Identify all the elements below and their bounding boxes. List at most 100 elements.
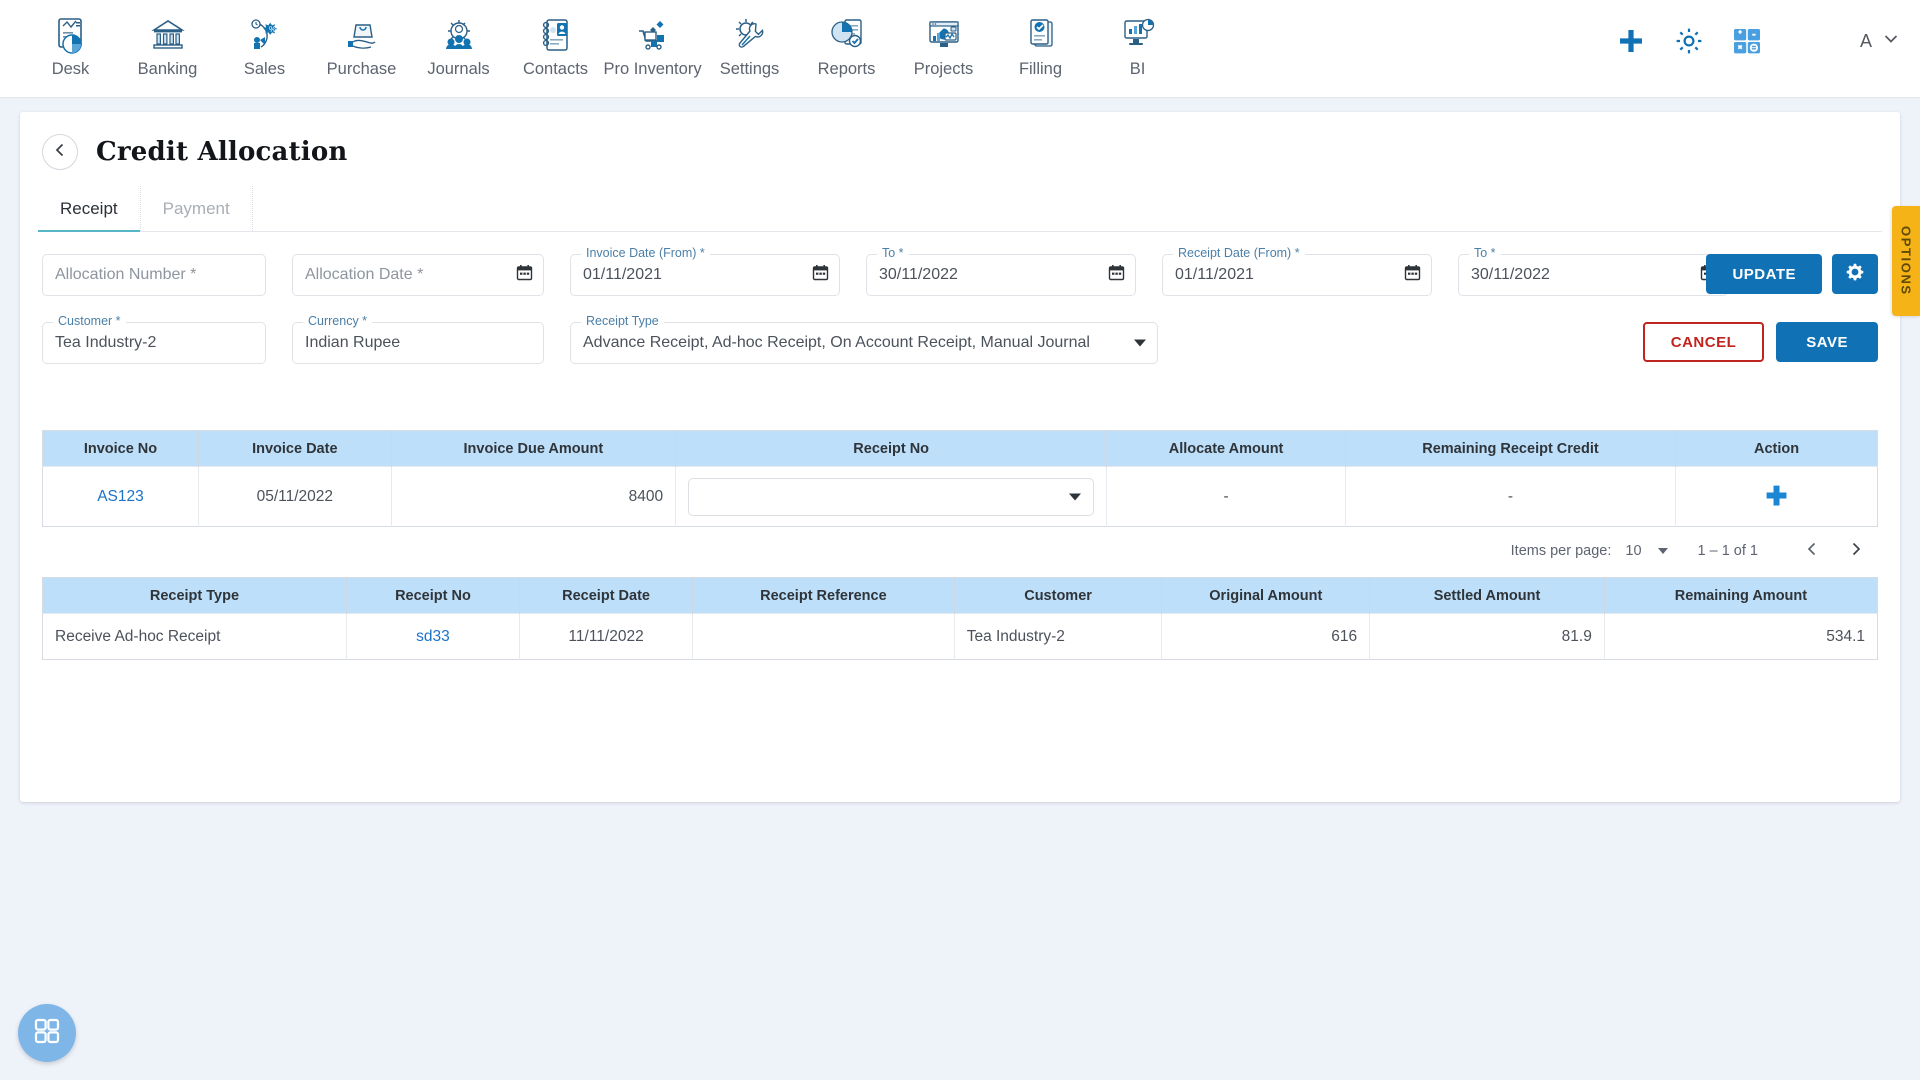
cell-receipt-date: 11/11/2022 <box>519 613 694 660</box>
primary-actions: UPDATE <box>1706 254 1878 294</box>
back-button[interactable] <box>42 134 78 170</box>
plus-icon[interactable]: ✚ <box>1766 481 1788 511</box>
nav-label: Settings <box>719 60 780 78</box>
allocation-date-field[interactable]: Allocation Date * <box>292 254 544 296</box>
chevron-down-icon[interactable] <box>1134 339 1146 347</box>
credit-allocation-card: Credit Allocation Receipt Payment Alloca… <box>20 112 1900 802</box>
currency-field[interactable]: Currency * Indian Rupee <box>292 314 544 364</box>
nav-item-settings[interactable]: Settings <box>701 8 798 79</box>
calculator-icon[interactable] <box>1732 26 1762 56</box>
chevron-left-icon <box>1804 541 1820 561</box>
allocation-date-input[interactable]: Allocation Date * <box>305 254 423 296</box>
calendar-icon[interactable] <box>1108 264 1125 286</box>
nav-item-banking[interactable]: Banking <box>119 8 216 79</box>
receipt-table-header-row: Receipt Type Receipt No Receipt Date Rec… <box>42 577 1878 614</box>
receipt-no-link[interactable]: sd33 <box>416 628 450 645</box>
nav-item-bi[interactable]: BI <box>1089 8 1186 79</box>
col-invoice-due-amount: Invoice Due Amount <box>391 430 677 467</box>
nav-label: Desk <box>51 60 90 78</box>
chevron-left-icon <box>51 141 69 164</box>
receipt-date-to-label: To * <box>1469 246 1501 260</box>
allocation-number-field[interactable]: Allocation Number * <box>42 254 266 296</box>
nav-item-purchase[interactable]: Purchase <box>313 8 410 79</box>
nav-item-filling[interactable]: Filling <box>992 8 1089 79</box>
column-settings-button[interactable] <box>1832 254 1878 294</box>
col-receipt-no: Receipt No <box>346 577 521 614</box>
receipt-date-from-input[interactable]: 01/11/2021 <box>1175 254 1254 296</box>
nav-item-pro-inventory[interactable]: Pro Inventory <box>603 8 702 79</box>
options-side-tab[interactable]: OPTIONS <box>1892 206 1920 316</box>
cell-action: ✚ <box>1675 466 1878 527</box>
user-menu[interactable]: A <box>1860 30 1900 53</box>
nav-item-desk[interactable]: Desk <box>22 8 119 79</box>
allocation-number-input[interactable]: Allocation Number * <box>55 254 196 296</box>
nav-label: Contacts <box>522 60 589 78</box>
customer-input[interactable]: Tea Industry-2 <box>55 322 156 364</box>
currency-label: Currency * <box>303 314 373 328</box>
nav-item-reports[interactable]: Reports <box>798 8 895 79</box>
purchase-icon <box>339 12 385 58</box>
nav-label: Banking <box>137 60 198 78</box>
invoice-no-link[interactable]: AS123 <box>97 488 144 505</box>
tab-receipt[interactable]: Receipt <box>38 186 141 232</box>
tab-bar: Receipt Payment <box>38 186 1882 232</box>
dashboard-icon <box>48 12 94 58</box>
gear-icon[interactable] <box>1674 26 1704 56</box>
cell-customer: Tea Industry-2 <box>954 613 1163 660</box>
tab-payment[interactable]: Payment <box>141 186 253 231</box>
col-receipt-no: Receipt No <box>675 430 1108 467</box>
currency-input[interactable]: Indian Rupee <box>305 322 400 364</box>
next-page-button[interactable] <box>1834 541 1878 561</box>
calendar-icon[interactable] <box>812 264 829 286</box>
plus-icon[interactable] <box>1616 26 1646 56</box>
invoice-date-to-field[interactable]: To * 30/11/2022 <box>866 246 1136 296</box>
cell-receipt-no: sd33 <box>346 613 521 660</box>
receipt-table-wrapper: Receipt Type Receipt No Receipt Date Rec… <box>42 577 1878 660</box>
update-button[interactable]: UPDATE <box>1706 254 1822 294</box>
nav-item-contacts[interactable]: Contacts <box>507 8 604 79</box>
form-row-1: Allocation Number * Allocation Date * In… <box>42 246 1878 296</box>
page-title: Credit Allocation <box>96 137 348 167</box>
invoice-table-header-row: Invoice No Invoice Date Invoice Due Amou… <box>42 430 1878 467</box>
nav-label: Purchase <box>326 60 397 78</box>
apps-fab-button[interactable] <box>18 1004 76 1062</box>
customer-field[interactable]: Customer * Tea Industry-2 <box>42 314 266 364</box>
contacts-icon <box>533 12 579 58</box>
col-receipt-date: Receipt Date <box>519 577 694 614</box>
invoice-table-paginator: Items per page: 10 1 – 1 of 1 <box>42 541 1878 561</box>
receipt-no-select[interactable] <box>688 477 1095 516</box>
nav-label: Projects <box>913 60 974 78</box>
receipt-type-label: Receipt Type <box>581 314 664 328</box>
cancel-button[interactable]: CANCEL <box>1642 322 1765 362</box>
cell-invoice-date: 05/11/2022 <box>198 466 392 527</box>
calendar-icon[interactable] <box>516 264 533 286</box>
items-per-page-value[interactable]: 10 <box>1625 543 1641 559</box>
receipt-type-field[interactable]: Receipt Type Advance Receipt, Ad-hoc Rec… <box>570 314 1158 364</box>
nav-item-projects[interactable]: Projects <box>895 8 992 79</box>
invoice-date-to-input[interactable]: 30/11/2022 <box>879 254 958 296</box>
table-row: AS123 05/11/2022 8400 - - ✚ <box>42 466 1878 527</box>
receipt-date-to-field[interactable]: To * 30/11/2022 <box>1458 246 1728 296</box>
invoice-date-from-field[interactable]: Invoice Date (From) * 01/11/2021 <box>570 246 840 296</box>
cell-receipt-no <box>675 466 1108 527</box>
col-invoice-no: Invoice No <box>42 430 199 467</box>
nav-item-journals[interactable]: Journals <box>410 8 507 79</box>
chevron-down-icon[interactable] <box>1657 548 1668 554</box>
invoice-date-from-input[interactable]: 01/11/2021 <box>583 254 662 296</box>
sales-icon: % <box>242 12 288 58</box>
previous-page-button[interactable] <box>1790 541 1834 561</box>
calendar-icon[interactable] <box>1404 264 1421 286</box>
cell-invoice-no: AS123 <box>42 466 199 527</box>
receipt-date-from-field[interactable]: Receipt Date (From) * 01/11/2021 <box>1162 246 1432 296</box>
receipt-date-to-input[interactable]: 30/11/2022 <box>1471 254 1550 296</box>
nav-right-actions: A <box>1616 26 1900 56</box>
receipt-type-value[interactable]: Advance Receipt, Ad-hoc Receipt, On Acco… <box>583 322 1090 364</box>
page-wrapper: OPTIONS Credit Allocation Receipt Paymen… <box>0 98 1920 802</box>
nav-label: Journals <box>427 60 490 78</box>
settings-icon <box>727 12 773 58</box>
nav-label: Sales <box>243 60 286 78</box>
page-header: Credit Allocation <box>20 112 1900 186</box>
save-button[interactable]: SAVE <box>1776 322 1878 362</box>
nav-item-sales[interactable]: % Sales <box>216 8 313 79</box>
chevron-right-icon <box>1848 541 1864 561</box>
